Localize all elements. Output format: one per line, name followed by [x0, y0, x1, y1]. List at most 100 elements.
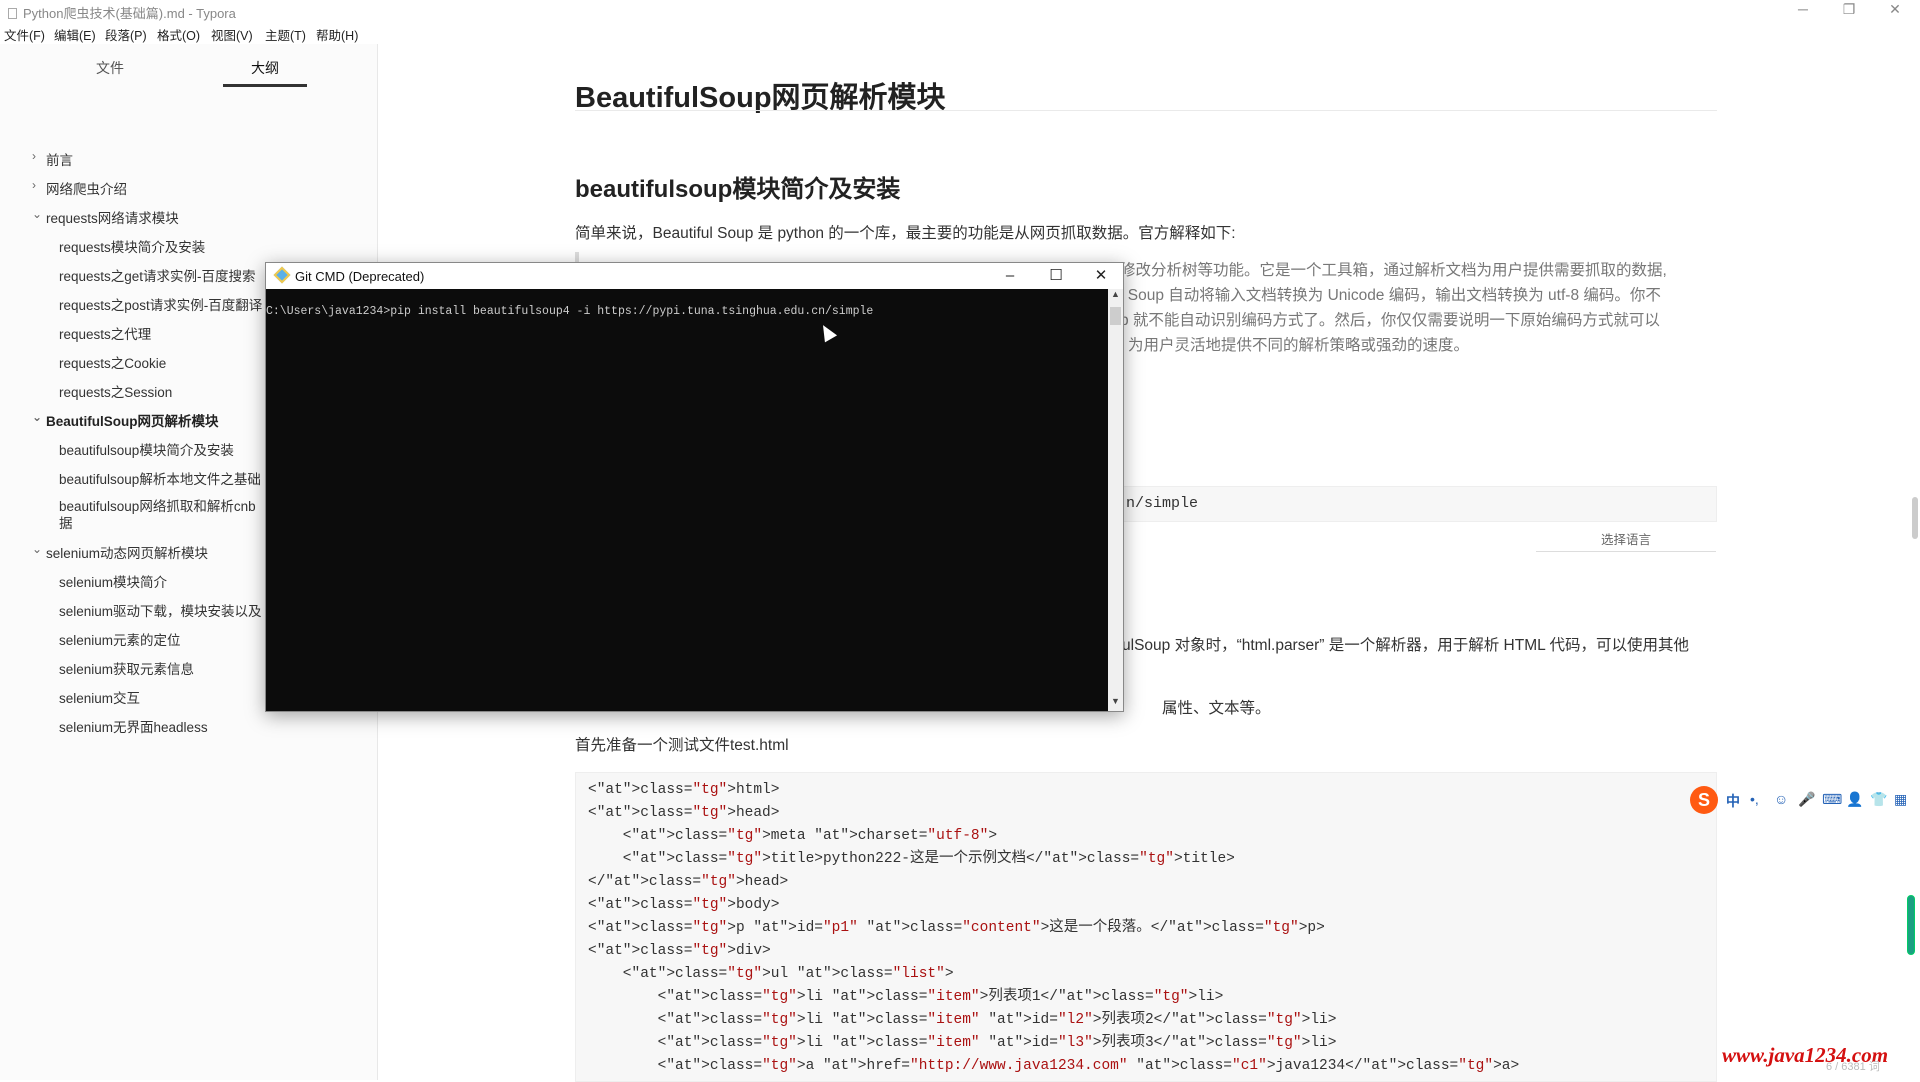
- skin-icon[interactable]: 👕: [1870, 791, 1887, 808]
- menu-help[interactable]: 帮助(H): [316, 25, 358, 44]
- code-text: n/simple: [1126, 495, 1199, 512]
- chevron-down-icon: ⌄: [32, 410, 43, 424]
- menu-view[interactable]: 视图(V): [211, 25, 253, 44]
- cmd-scrollbar[interactable]: ▲ ▼: [1108, 289, 1123, 711]
- outline-item-wrap[interactable]: 据: [59, 512, 73, 532]
- close-button[interactable]: ✕: [1872, 0, 1918, 22]
- microphone-icon[interactable]: 🎤: [1798, 791, 1815, 808]
- code-line: <"at">class="tg">li "at">class="item">列表…: [588, 989, 1224, 1005]
- punctuation-icon[interactable]: •,: [1750, 791, 1759, 807]
- menu-theme[interactable]: 主题(T): [265, 25, 306, 44]
- outline-item[interactable]: beautifulsoup模块简介及安装: [59, 439, 234, 459]
- outline-item-label: selenium动态网页解析模块: [46, 546, 209, 561]
- scroll-up-icon[interactable]: ▲: [1108, 289, 1123, 304]
- code-line: <"at">class="tg">li "at">class="item" "a…: [588, 1012, 1337, 1028]
- paragraph: 属性、文本等。: [1162, 700, 1271, 717]
- code-line: <"at">class="tg">ul "at">class="list">: [588, 966, 954, 982]
- outline-item[interactable]: requests之Session: [59, 381, 172, 401]
- chevron-down-icon: ⌄: [32, 542, 43, 556]
- window-title: Python爬虫技术(基础篇).md - Typora: [8, 3, 236, 22]
- outline-item-label: 前言: [46, 153, 73, 168]
- code-line: <"at">class="tg">p "at">id="p1" "at">cla…: [588, 920, 1325, 936]
- quote-line: 为用户灵活地提供不同的解析策略或强劲的速度。: [1128, 337, 1470, 354]
- code-line: <"at">class="tg">body>: [588, 897, 780, 913]
- window-titlebar: Python爬虫技术(基础篇).md - Typora ─ ❐ ✕: [0, 0, 1920, 22]
- ime-mode-icon[interactable]: 中: [1726, 791, 1740, 811]
- code-line: <"at">class="tg">head>: [588, 805, 780, 821]
- quote-line: p 就不能自动识别编码方式了。然后，你仅仅需要说明一下原始编码方式就可以: [1120, 312, 1660, 329]
- outline-item[interactable]: selenium交互: [59, 687, 140, 707]
- outline-item-label: BeautifulSoup网页解析模块: [46, 414, 219, 429]
- outline-item[interactable]: selenium驱动下载，模块安装以及: [59, 600, 265, 620]
- outline-item[interactable]: selenium元素的定位: [59, 629, 181, 649]
- restore-button[interactable]: ❐: [1826, 0, 1872, 22]
- quote-line: l Soup 自动将输入文档转换为 Unicode 编码，输出文档转换为 utf…: [1120, 287, 1661, 304]
- active-tab-underline: [223, 84, 307, 87]
- heading-2: beautifulsoup模块简介及安装: [575, 176, 901, 203]
- outline-item[interactable]: selenium无界面headless: [59, 716, 208, 736]
- chevron-down-icon: ⌄: [32, 207, 43, 221]
- window-title-text: Python爬虫技术(基础篇).md - Typora: [23, 6, 236, 21]
- menu-paragraph[interactable]: 段落(P): [105, 25, 147, 44]
- terminal-output[interactable]: C:\Users\java1234>pip install beautifuls…: [266, 289, 1108, 711]
- sogou-logo-icon[interactable]: S: [1690, 786, 1718, 814]
- outline-item-label: 网络爬虫介绍: [46, 182, 127, 197]
- outline-item[interactable]: requests模块简介及安装: [59, 236, 205, 256]
- git-cmd-window[interactable]: Git CMD (Deprecated) – ☐ ✕ C:\Users\java…: [265, 262, 1124, 712]
- cmd-minimize-button[interactable]: –: [990, 265, 1030, 287]
- tab-files[interactable]: 文件: [96, 58, 124, 78]
- outline-item[interactable]: selenium模块简介: [59, 571, 167, 591]
- terminal-line: C:\Users\java1234>pip install beautifuls…: [266, 305, 874, 318]
- outline-item[interactable]: beautifulsoup解析本地文件之基础: [59, 468, 265, 488]
- outline-item[interactable]: ⌄ selenium动态网页解析模块: [32, 542, 208, 562]
- grid-menu-icon[interactable]: ▦: [1894, 791, 1907, 808]
- menu-file[interactable]: 文件(F): [4, 25, 45, 44]
- code-line: <"at">class="tg">div>: [588, 943, 771, 959]
- side-widget-bar[interactable]: [1907, 895, 1915, 955]
- emoji-icon[interactable]: ☺: [1774, 791, 1788, 807]
- paragraph: 首先准备一个测试文件test.html: [575, 737, 789, 754]
- code-line: <"at">class="tg">html>: [588, 782, 780, 798]
- heading-divider: [575, 110, 1717, 111]
- code-line: <"at">class="tg">title>python222-这是一个示例文…: [588, 851, 1235, 867]
- outline-item[interactable]: requests之get请求实例-百度搜索: [59, 265, 256, 285]
- ime-toolbar: S 中 •, ☺ 🎤 ⌨ 👤 👕 ▦: [1688, 786, 1920, 816]
- menu-bar: 文件(F) 编辑(E) 段落(P) 格式(O) 视图(V) 主题(T) 帮助(H…: [0, 22, 1920, 44]
- code-line: <"at">class="tg">li "at">class="item" "a…: [588, 1035, 1337, 1051]
- outline-item[interactable]: › 网络爬虫介绍: [32, 178, 127, 198]
- minimize-button[interactable]: ─: [1780, 0, 1826, 22]
- chevron-right-icon: ›: [32, 178, 36, 192]
- menu-edit[interactable]: 编辑(E): [54, 25, 96, 44]
- chevron-right-icon: ›: [32, 149, 36, 163]
- quote-line: 修改分析树等功能。它是一个工具箱，通过解析文档为用户提供需要抓取的数据,: [1120, 262, 1667, 279]
- outline-item[interactable]: requests之代理: [59, 323, 151, 343]
- user-icon[interactable]: 👤: [1846, 791, 1863, 808]
- code-line: </"at">class="tg">head>: [588, 874, 789, 890]
- cmd-close-button[interactable]: ✕: [1081, 265, 1121, 287]
- html-code-block[interactable]: <"at">class="tg">html> <"at">class="tg">…: [575, 772, 1717, 1082]
- outline-item[interactable]: › 前言: [32, 149, 73, 169]
- menu-format[interactable]: 格式(O): [157, 25, 200, 44]
- outline-item[interactable]: requests之Cookie: [59, 352, 166, 372]
- outline-item[interactable]: ⌄ requests网络请求模块: [32, 207, 179, 227]
- scroll-down-icon[interactable]: ▼: [1108, 696, 1123, 711]
- cmd-maximize-button[interactable]: ☐: [1036, 265, 1076, 287]
- word-count[interactable]: 6 / 6381 词: [1826, 1058, 1880, 1074]
- code-line: <"at">class="tg">meta "at">charset="utf-…: [588, 828, 998, 844]
- paragraph: ulSoup 对象时，“html.parser” 是一个解析器，用于解析 HTM…: [1122, 637, 1689, 654]
- language-select[interactable]: 选择语言: [1536, 530, 1716, 552]
- code-line: <"at">class="tg">a "at">href="http://www…: [588, 1058, 1520, 1074]
- outline-item[interactable]: beautifulsoup网络抓取和解析cnb: [59, 495, 265, 515]
- outline-item-label: requests网络请求模块: [46, 211, 179, 226]
- keyboard-icon[interactable]: ⌨: [1822, 791, 1842, 808]
- cmd-titlebar[interactable]: Git CMD (Deprecated) – ☐ ✕: [266, 263, 1123, 289]
- tab-outline[interactable]: 大纲: [251, 58, 279, 78]
- outline-item-active[interactable]: ⌄ BeautifulSoup网页解析模块: [32, 410, 219, 430]
- git-icon: [273, 266, 291, 284]
- cmd-title-text: Git CMD (Deprecated): [295, 269, 425, 284]
- outline-item[interactable]: requests之post请求实例-百度翻译: [59, 294, 272, 314]
- outline-item[interactable]: selenium获取元素信息: [59, 658, 194, 678]
- document-icon: [8, 8, 17, 19]
- editor-scrollbar-thumb[interactable]: [1912, 497, 1918, 539]
- cmd-scrollbar-thumb[interactable]: [1110, 307, 1121, 325]
